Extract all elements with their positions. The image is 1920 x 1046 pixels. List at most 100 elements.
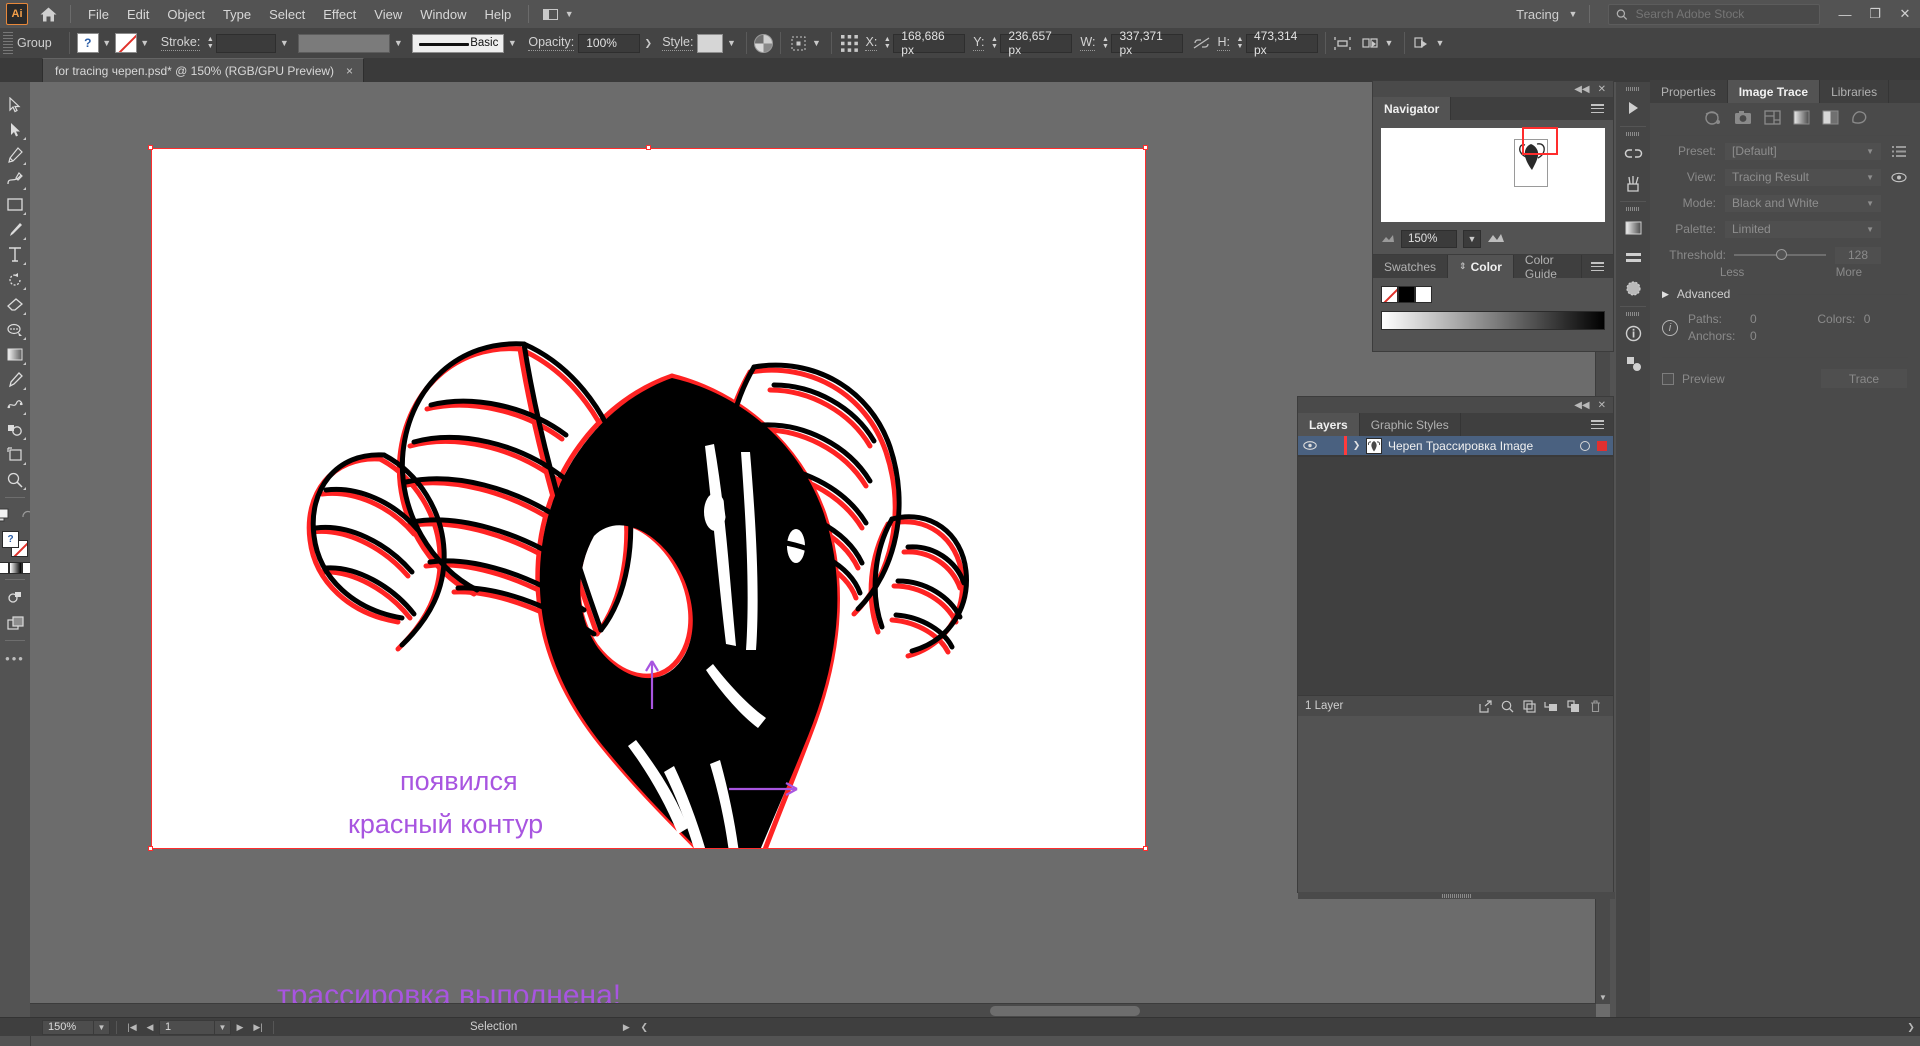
- manage-presets-icon[interactable]: [1890, 145, 1908, 157]
- menu-type[interactable]: Type: [214, 4, 260, 25]
- layer-visibility-icon[interactable]: [1298, 441, 1322, 450]
- fill-stroke-indicator[interactable]: ?: [2, 531, 28, 557]
- menu-edit[interactable]: Edit: [118, 4, 158, 25]
- transform-chevron-down-icon[interactable]: ▼: [808, 33, 824, 53]
- chevron-right-icon[interactable]: ❯: [1347, 440, 1366, 451]
- status-artboard-field[interactable]: 1: [159, 1019, 215, 1035]
- tool-pen[interactable]: [2, 142, 28, 167]
- width-profile-chevron-down-icon[interactable]: ▼: [390, 33, 406, 53]
- threshold-slider-knob[interactable]: [1776, 249, 1788, 260]
- zoom-out-icon[interactable]: [1381, 232, 1395, 246]
- close-icon[interactable]: ✕: [1598, 400, 1606, 411]
- first-artboard-icon[interactable]: |◀: [123, 1019, 141, 1035]
- artboard[interactable]: появился красный контур трассировка выпо…: [152, 149, 1145, 1012]
- tab-libraries[interactable]: Libraries: [1820, 80, 1890, 103]
- status-play-icon[interactable]: ▶: [617, 1019, 635, 1035]
- document-tab[interactable]: for tracing череп.psd* @ 150% (RGB/GPU P…: [42, 58, 365, 82]
- fill-swatch[interactable]: ?: [76, 33, 99, 53]
- navigator-panel-menu[interactable]: [1582, 97, 1613, 120]
- navigator-zoom-field[interactable]: 150%: [1401, 230, 1457, 248]
- dock-grip-2[interactable]: [1626, 132, 1640, 136]
- close-icon[interactable]: ×: [346, 64, 353, 78]
- search-input[interactable]: [1633, 6, 1812, 22]
- brushes-icon[interactable]: [1616, 168, 1650, 198]
- close-icon[interactable]: ✕: [1598, 84, 1606, 95]
- selection-handle-tc[interactable]: [646, 145, 651, 150]
- tab-navigator[interactable]: Navigator: [1373, 97, 1452, 120]
- tab-graphic-styles[interactable]: Graphic Styles: [1360, 413, 1461, 436]
- style-chevron-down-icon[interactable]: ▼: [723, 33, 739, 53]
- canvas-horizontal-scrollbar[interactable]: [30, 1003, 1596, 1018]
- status-zoom-field[interactable]: 150%: [42, 1019, 94, 1035]
- search-adobe-stock[interactable]: [1608, 3, 1820, 25]
- grayscale-icon[interactable]: [1793, 110, 1810, 128]
- transparency-icon[interactable]: [1616, 273, 1650, 303]
- menu-file[interactable]: File: [79, 4, 118, 25]
- align-panel-icon[interactable]: [1616, 243, 1650, 273]
- tab-swatches[interactable]: Swatches: [1373, 255, 1449, 278]
- layers-list-body[interactable]: [1298, 456, 1613, 695]
- minimize-button[interactable]: —: [1830, 0, 1860, 28]
- menu-select[interactable]: Select: [260, 4, 314, 25]
- tab-color[interactable]: ⇕ Color: [1448, 255, 1514, 278]
- w-stepper[interactable]: ▲ ▼: [1099, 33, 1111, 53]
- selection-handle-br[interactable]: [1143, 846, 1148, 851]
- color-black-swatch[interactable]: [1398, 286, 1415, 303]
- chevron-down-icon[interactable]: ▼: [1565, 4, 1581, 24]
- threshold-slider[interactable]: [1734, 249, 1826, 260]
- tool-type[interactable]: [2, 242, 28, 267]
- align-icon[interactable]: [1333, 33, 1353, 53]
- tool-gradient[interactable]: [2, 342, 28, 367]
- restore-button[interactable]: ❐: [1860, 0, 1890, 28]
- arrange-documents-button[interactable]: ▼: [537, 1, 583, 27]
- tab-color-guide[interactable]: Color Guide: [1514, 253, 1582, 281]
- tool-shaper[interactable]: [2, 317, 28, 342]
- status-scroll-right-icon[interactable]: ❯: [1902, 1019, 1920, 1035]
- scroll-down-icon[interactable]: ▼: [1596, 991, 1610, 1004]
- low-color-icon[interactable]: [1763, 110, 1781, 128]
- palette-select[interactable]: Limited ▼: [1724, 219, 1882, 239]
- status-artboard-chevron-down-icon[interactable]: ▼: [215, 1019, 231, 1035]
- layer-target-icon[interactable]: [1580, 440, 1590, 451]
- locate-object-icon[interactable]: [1474, 697, 1496, 715]
- color-gradient-ramp[interactable]: [1381, 311, 1605, 330]
- close-button[interactable]: ✕: [1890, 0, 1920, 28]
- control-bar-grip[interactable]: [3, 32, 13, 54]
- color-white-swatch[interactable]: [1415, 286, 1432, 303]
- color-panel-menu[interactable]: [1582, 255, 1613, 278]
- menu-help[interactable]: Help: [475, 4, 520, 25]
- selection-handle-bl[interactable]: [148, 846, 153, 851]
- shape-chevron-down-icon[interactable]: ▼: [1381, 33, 1397, 53]
- tool-rectangle[interactable]: [2, 192, 28, 217]
- reference-point-icon[interactable]: [839, 33, 859, 53]
- tool-blend[interactable]: [2, 392, 28, 417]
- zoom-in-icon[interactable]: [1487, 232, 1505, 246]
- tool-eyedropper[interactable]: [2, 367, 28, 392]
- dock-grip-3[interactable]: [1626, 207, 1640, 211]
- isolate-selection-icon[interactable]: [1412, 33, 1432, 53]
- navigator-view-rect[interactable]: [1522, 127, 1558, 155]
- transform-shape-icon[interactable]: [1361, 33, 1381, 53]
- home-icon[interactable]: [34, 0, 62, 28]
- properties-collapse-icon[interactable]: [1616, 93, 1650, 123]
- outline-icon[interactable]: [1851, 110, 1868, 128]
- color-swatch-white[interactable]: [0, 562, 9, 574]
- create-new-layer-icon[interactable]: [1562, 697, 1584, 715]
- next-artboard-icon[interactable]: ▶: [231, 1019, 249, 1035]
- tool-more-options[interactable]: •••: [2, 646, 28, 671]
- h-stepper[interactable]: ▲ ▼: [1234, 33, 1246, 53]
- prev-artboard-icon[interactable]: ◀: [141, 1019, 159, 1035]
- eye-icon[interactable]: [1890, 172, 1908, 183]
- menu-effect[interactable]: Effect: [314, 4, 365, 25]
- links-icon[interactable]: [1616, 138, 1650, 168]
- tab-image-trace[interactable]: Image Trace: [1727, 80, 1821, 103]
- menu-object[interactable]: Object: [158, 4, 214, 25]
- last-artboard-icon[interactable]: ▶|: [249, 1019, 267, 1035]
- brush-chevron-down-icon[interactable]: ▼: [504, 33, 520, 53]
- tool-screen-mode[interactable]: [2, 610, 28, 635]
- tab-properties[interactable]: Properties: [1650, 80, 1728, 103]
- status-expand-icon[interactable]: ❮: [635, 1019, 653, 1035]
- asset-export-icon[interactable]: [1616, 348, 1650, 378]
- tool-zoom[interactable]: [2, 467, 28, 492]
- menu-view[interactable]: View: [365, 4, 411, 25]
